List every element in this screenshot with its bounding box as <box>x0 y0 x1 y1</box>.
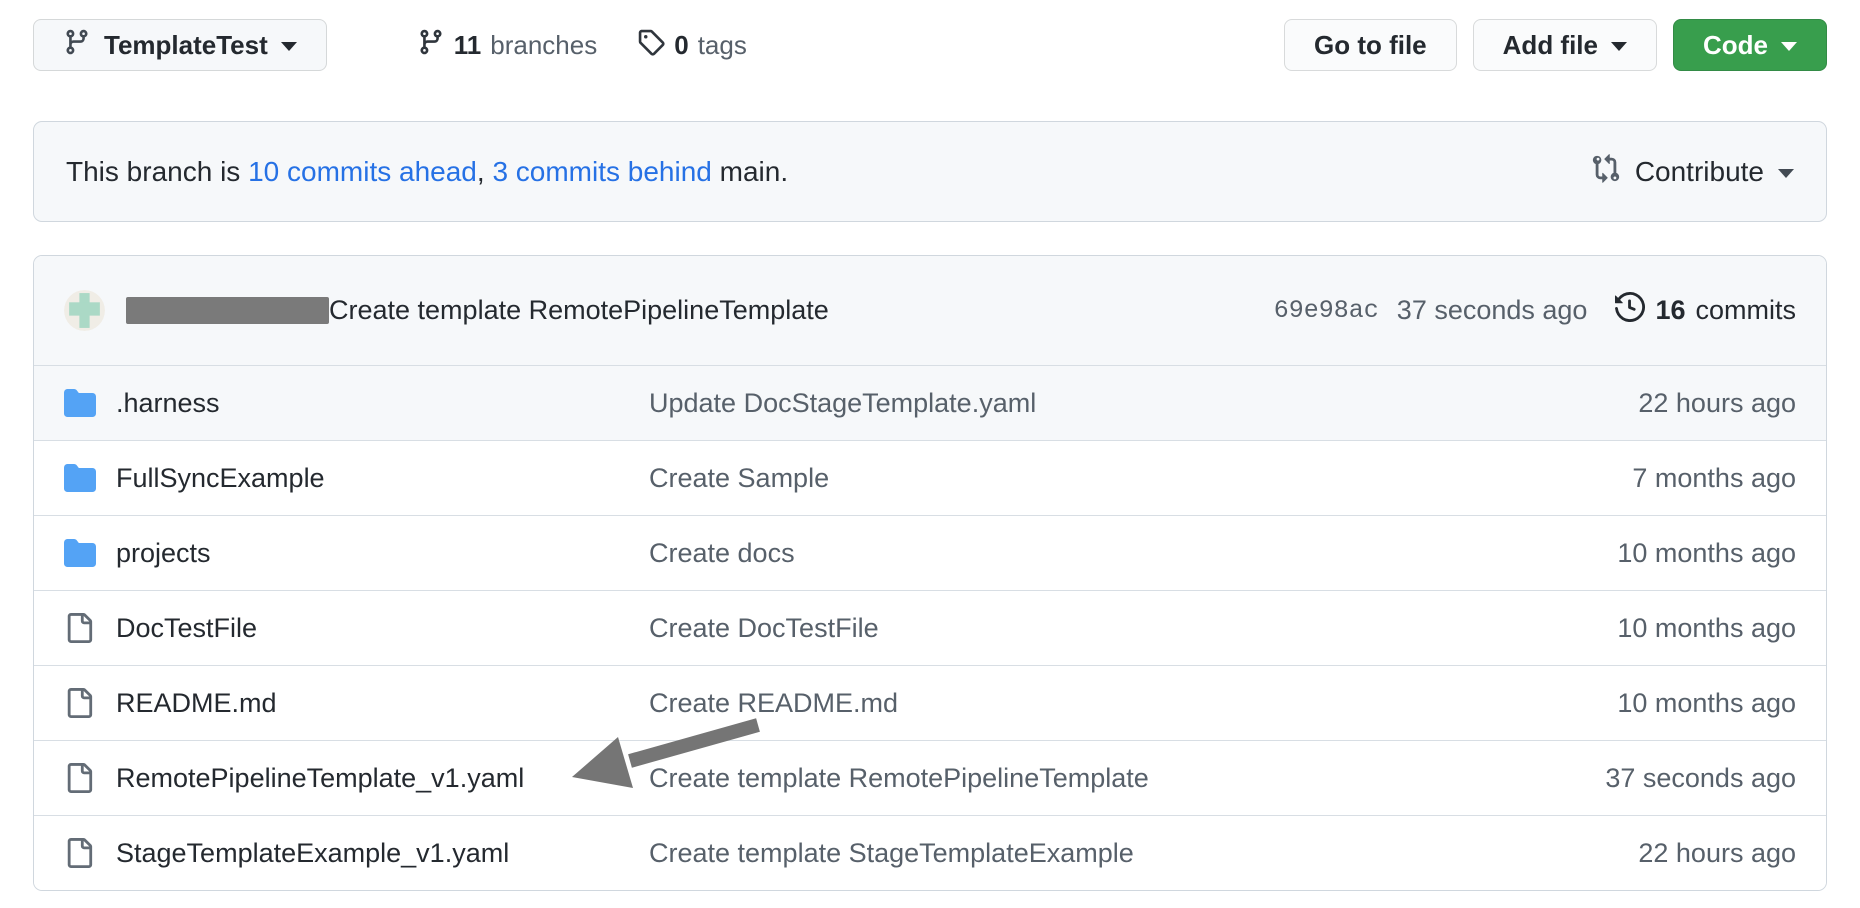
folder-icon <box>64 537 116 569</box>
branch-selector-label: TemplateTest <box>104 30 268 61</box>
file-commit-message-link[interactable]: Create README.md <box>649 688 1617 719</box>
file-row: StageTemplateExample_v1.yaml Create temp… <box>34 815 1826 890</box>
contribute-button[interactable]: Contribute <box>1591 153 1794 190</box>
commit-meta: 69e98ac 37 seconds ago 16 commits <box>1274 292 1796 329</box>
file-commit-message-link[interactable]: Update DocStageTemplate.yaml <box>649 388 1638 419</box>
commit-hash-link[interactable]: 69e98ac <box>1274 296 1379 325</box>
file-icon <box>64 838 116 868</box>
commits-ahead-link[interactable]: 10 commits ahead <box>248 156 477 187</box>
folder-icon <box>64 387 116 419</box>
branch-selector-button[interactable]: TemplateTest <box>33 19 327 71</box>
go-to-file-label: Go to file <box>1314 30 1427 61</box>
file-icon <box>64 688 116 718</box>
git-branch-icon <box>63 28 91 63</box>
file-commit-message-link[interactable]: Create Sample <box>649 463 1632 494</box>
file-name-link[interactable]: DocTestFile <box>116 613 649 644</box>
latest-commit-header: Create template RemotePipelineTemplate 6… <box>34 256 1826 365</box>
file-row: .harness Update DocStageTemplate.yaml 22… <box>34 365 1826 440</box>
file-commit-time: 7 months ago <box>1632 463 1796 494</box>
file-commit-message-link[interactable]: Create template RemotePipelineTemplate <box>649 763 1605 794</box>
file-rows: .harness Update DocStageTemplate.yaml 22… <box>34 365 1826 890</box>
status-prefix: This branch is <box>66 156 248 187</box>
branches-label: branches <box>490 30 597 61</box>
file-commit-time: 22 hours ago <box>1638 388 1796 419</box>
tags-label: tags <box>698 30 747 61</box>
git-compare-icon <box>1591 153 1621 190</box>
commits-count: 16 <box>1655 295 1685 326</box>
file-commit-message-link[interactable]: Create DocTestFile <box>649 613 1617 644</box>
tag-icon <box>637 28 665 63</box>
commits-behind-link[interactable]: 3 commits behind <box>492 156 711 187</box>
file-commit-time: 22 hours ago <box>1638 838 1796 869</box>
file-name-link[interactable]: RemotePipelineTemplate_v1.yaml <box>116 763 649 794</box>
branches-link[interactable]: 11 branches <box>417 28 597 63</box>
commit-history-link[interactable]: 16 commits <box>1615 292 1796 329</box>
toolbar-actions: Go to file Add file Code <box>1284 19 1827 71</box>
file-commit-time: 37 seconds ago <box>1605 763 1796 794</box>
status-suffix: main. <box>712 156 788 187</box>
file-commit-message-link[interactable]: Create docs <box>649 538 1617 569</box>
file-row: RemotePipelineTemplate_v1.yaml Create te… <box>34 740 1826 815</box>
file-row: projects Create docs 10 months ago <box>34 515 1826 590</box>
branches-count: 11 <box>454 30 482 61</box>
add-file-label: Add file <box>1503 30 1598 61</box>
commits-label: commits <box>1696 295 1797 326</box>
git-branch-icon <box>417 28 445 63</box>
redacted-username <box>126 297 329 324</box>
file-name-link[interactable]: FullSyncExample <box>116 463 649 494</box>
commit-time: 37 seconds ago <box>1397 295 1588 326</box>
file-row: README.md Create README.md 10 months ago <box>34 665 1826 740</box>
file-name-link[interactable]: README.md <box>116 688 649 719</box>
file-row: DocTestFile Create DocTestFile 10 months… <box>34 590 1826 665</box>
folder-icon <box>64 462 116 494</box>
file-table: Create template RemotePipelineTemplate 6… <box>33 255 1827 891</box>
file-row: FullSyncExample Create Sample 7 months a… <box>34 440 1826 515</box>
add-file-button[interactable]: Add file <box>1473 19 1657 71</box>
file-name-link[interactable]: .harness <box>116 388 649 419</box>
branch-status-banner: This branch is 10 commits ahead, 3 commi… <box>33 121 1827 222</box>
repo-toolbar: TemplateTest 11 branches 0 tags Go to <box>33 19 1827 71</box>
chevron-down-icon <box>1778 169 1794 178</box>
chevron-down-icon <box>1781 42 1797 51</box>
status-separator: , <box>477 156 493 187</box>
history-clock-icon <box>1615 292 1645 329</box>
code-button[interactable]: Code <box>1673 19 1827 71</box>
tags-link[interactable]: 0 tags <box>637 28 747 63</box>
repo-meta: 11 branches 0 tags <box>417 28 747 63</box>
code-label: Code <box>1703 30 1768 61</box>
file-name-link[interactable]: StageTemplateExample_v1.yaml <box>116 838 649 869</box>
chevron-down-icon <box>1611 42 1627 51</box>
avatar[interactable] <box>64 290 105 331</box>
chevron-down-icon <box>281 42 297 51</box>
repo-page: TemplateTest 11 branches 0 tags Go to <box>0 0 1860 891</box>
branch-status-text: This branch is 10 commits ahead, 3 commi… <box>66 156 788 188</box>
file-commit-time: 10 months ago <box>1617 613 1796 644</box>
contribute-label: Contribute <box>1635 156 1764 188</box>
commit-message-link[interactable]: Create template RemotePipelineTemplate <box>329 295 829 326</box>
file-icon <box>64 763 116 793</box>
go-to-file-button[interactable]: Go to file <box>1284 19 1457 71</box>
file-commit-time: 10 months ago <box>1617 688 1796 719</box>
file-commit-time: 10 months ago <box>1617 538 1796 569</box>
tags-count: 0 <box>674 30 688 61</box>
file-name-link[interactable]: projects <box>116 538 649 569</box>
file-commit-message-link[interactable]: Create template StageTemplateExample <box>649 838 1638 869</box>
file-icon <box>64 613 116 643</box>
